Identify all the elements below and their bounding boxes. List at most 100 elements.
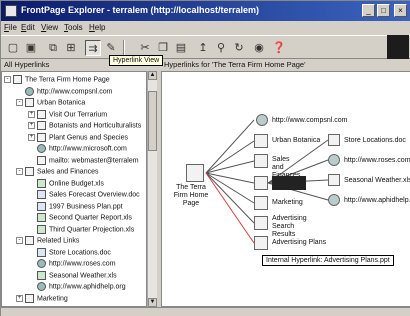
new-page-icon[interactable]: ▢: [5, 40, 21, 56]
selected-node-icon[interactable]: [254, 176, 268, 190]
menu-bar: File Edit View Tools Help: [1, 21, 410, 35]
menu-tools[interactable]: Tools: [64, 23, 83, 32]
tree-item-label: 1997 Business Plan.ppt: [49, 202, 123, 210]
help-icon[interactable]: ❓: [271, 40, 287, 56]
document-icon: [37, 190, 46, 199]
tree-item[interactable]: - The Terra Firm Home Page: [4, 75, 110, 85]
folder-view-icon[interactable]: ⧉: [45, 40, 61, 56]
tree-item[interactable]: Online Budget.xls: [28, 178, 104, 189]
aphidhelp-node-label[interactable]: http://www.aphidhelp.org: [344, 197, 410, 205]
tree-item-label: Related Links: [37, 237, 80, 245]
link-status-icon[interactable]: ✎: [103, 40, 119, 56]
compsnl-node-icon[interactable]: [256, 114, 268, 126]
hyperlink-view-icon[interactable]: ⇉: [85, 40, 101, 56]
tree-expander-icon[interactable]: +: [28, 110, 35, 118]
tree-item-label: Visit Our Terrarium: [49, 110, 108, 118]
stop-icon[interactable]: ◉: [251, 40, 267, 56]
tree-item[interactable]: + Botanists and Horticulturalists: [28, 121, 141, 131]
mail-icon: [37, 155, 46, 165]
home-page-node-icon[interactable]: [186, 164, 204, 182]
tree-item[interactable]: + Plant Genus and Species: [28, 132, 128, 143]
tree-expander-icon[interactable]: +: [16, 294, 23, 302]
tree-item-label: Store Locations.doc: [49, 248, 111, 256]
spreadsheet-icon: [37, 213, 46, 222]
advertising-plans-node-icon[interactable]: [254, 236, 268, 250]
refresh-icon[interactable]: ↻: [231, 40, 247, 56]
roses-node-icon[interactable]: [328, 154, 340, 166]
tree-item[interactable]: Second Quarter Report.xls: [28, 213, 132, 223]
tree-item-label: Sales Forecast Overview.doc: [49, 191, 140, 199]
tree-item-label: Third Quarter Projection.xls: [49, 225, 135, 233]
marketing-node-icon[interactable]: [254, 196, 268, 210]
urban-botanica-node-icon[interactable]: [254, 134, 268, 148]
sales-finances-node-icon[interactable]: [254, 154, 268, 168]
toolbar: ▢ ▣ ⧉ ⊞ ⇉ ✎ ✂ ❐ ▤ ↥ ⚲ ↻ ◉ ❓: [1, 35, 410, 59]
all-hyperlinks-tree[interactable]: - The Terra Firm Home Page http://www.comp…: [1, 71, 147, 307]
tree-item[interactable]: - Urban Botanica: [16, 98, 85, 108]
roses-node-label[interactable]: http://www.roses.com: [344, 157, 410, 165]
tree-item[interactable]: Store Locations.doc: [28, 247, 111, 258]
cut-icon[interactable]: ✂: [137, 40, 153, 56]
app-icon[interactable]: [5, 5, 17, 17]
activity-logo-icon: [387, 35, 409, 59]
selected-node-highlight[interactable]: [272, 176, 306, 190]
page-icon: [25, 98, 34, 107]
tree-expander-icon[interactable]: +: [28, 133, 35, 141]
minimize-button[interactable]: _: [362, 4, 375, 17]
tree-item[interactable]: http://www.aphidhelp.org: [28, 282, 126, 292]
tree-item[interactable]: + Visit Our Terrarium: [28, 109, 108, 120]
save-icon[interactable]: ▣: [23, 40, 39, 56]
scroll-thumb[interactable]: [148, 91, 157, 151]
tree-item[interactable]: Third Quarter Projection.xls: [28, 224, 135, 235]
up-level-icon[interactable]: ↥: [195, 40, 211, 56]
left-scrollbar[interactable]: ▲ ▼: [147, 71, 157, 307]
scroll-down-icon[interactable]: ▼: [148, 298, 157, 307]
tree-item[interactable]: + Marketing: [16, 293, 68, 304]
tree-expander-icon[interactable]: -: [16, 99, 23, 106]
tree-item[interactable]: - Sales and Finances: [16, 167, 98, 177]
advertising-results-node-icon[interactable]: [254, 216, 268, 230]
tree-expander-icon[interactable]: -: [16, 237, 23, 244]
tree-expander-icon[interactable]: +: [28, 122, 35, 129]
store-locations-node-icon[interactable]: [328, 134, 340, 146]
tree-expander-icon[interactable]: -: [4, 76, 11, 83]
paste-icon[interactable]: ▤: [173, 40, 189, 56]
tree-item[interactable]: - Related Links: [16, 236, 79, 246]
hyperlink-map[interactable]: The Terra Firm Home Page http://www.comp…: [161, 71, 410, 307]
urban-botanica-node-label[interactable]: Urban Botanica: [272, 137, 320, 145]
tree-item[interactable]: http://www.microsoft.com: [28, 144, 127, 154]
menu-view[interactable]: View: [41, 23, 58, 32]
aphidhelp-node-icon[interactable]: [328, 194, 340, 206]
tree-item-label: Online Budget.xls: [49, 179, 104, 187]
tree-item[interactable]: Sales Forecast Overview.doc: [28, 190, 140, 200]
menu-help[interactable]: Help: [89, 23, 105, 32]
tree-item[interactable]: http://www.roses.com: [28, 259, 116, 269]
tree-item[interactable]: http://www.compsnl.com: [16, 86, 112, 97]
scroll-up-icon[interactable]: ▲: [148, 71, 157, 80]
seasonal-weather-node-label[interactable]: Seasonal Weather.xls: [344, 177, 410, 185]
tree-expander-icon[interactable]: -: [16, 168, 23, 175]
advertising-plans-node-label[interactable]: Advertising Plans: [272, 239, 326, 247]
tree-item[interactable]: mailto: webmaster@terralem: [28, 155, 139, 166]
link-icon[interactable]: ⚲: [213, 40, 229, 56]
marketing-node-label[interactable]: Marketing: [272, 199, 303, 207]
tree-item-label: Botanists and Horticulturalists: [49, 122, 142, 130]
maximize-button[interactable]: □: [377, 4, 390, 17]
copy-icon[interactable]: ❐: [155, 40, 171, 56]
menu-file[interactable]: File: [4, 23, 17, 32]
tree-item-label: Sales and Finances: [37, 168, 99, 176]
close-button[interactable]: ×: [394, 4, 407, 17]
navigation-view-icon[interactable]: ⊞: [63, 40, 79, 56]
title-bar[interactable]: FrontPage Explorer - terralem (http://lo…: [1, 1, 410, 21]
tree-item[interactable]: 1997 Business Plan.ppt: [28, 201, 123, 212]
tree-item-label: The Terra Firm Home Page: [25, 76, 110, 84]
tree-item[interactable]: Seasonal Weather.xls: [28, 270, 117, 281]
advertising-results-node-label[interactable]: Advertising Search Results: [272, 215, 318, 239]
globe-icon: [37, 144, 46, 153]
home-page-node-label[interactable]: The Terra Firm Home Page: [170, 184, 212, 208]
seasonal-weather-node-icon[interactable]: [328, 174, 340, 186]
compsnl-node-label[interactable]: http://www.compsnl.com: [272, 117, 347, 125]
store-locations-node-label[interactable]: Store Locations.doc: [344, 137, 406, 145]
menu-edit[interactable]: Edit: [21, 23, 35, 32]
tree-item-label: http://www.aphidhelp.org: [49, 283, 126, 291]
